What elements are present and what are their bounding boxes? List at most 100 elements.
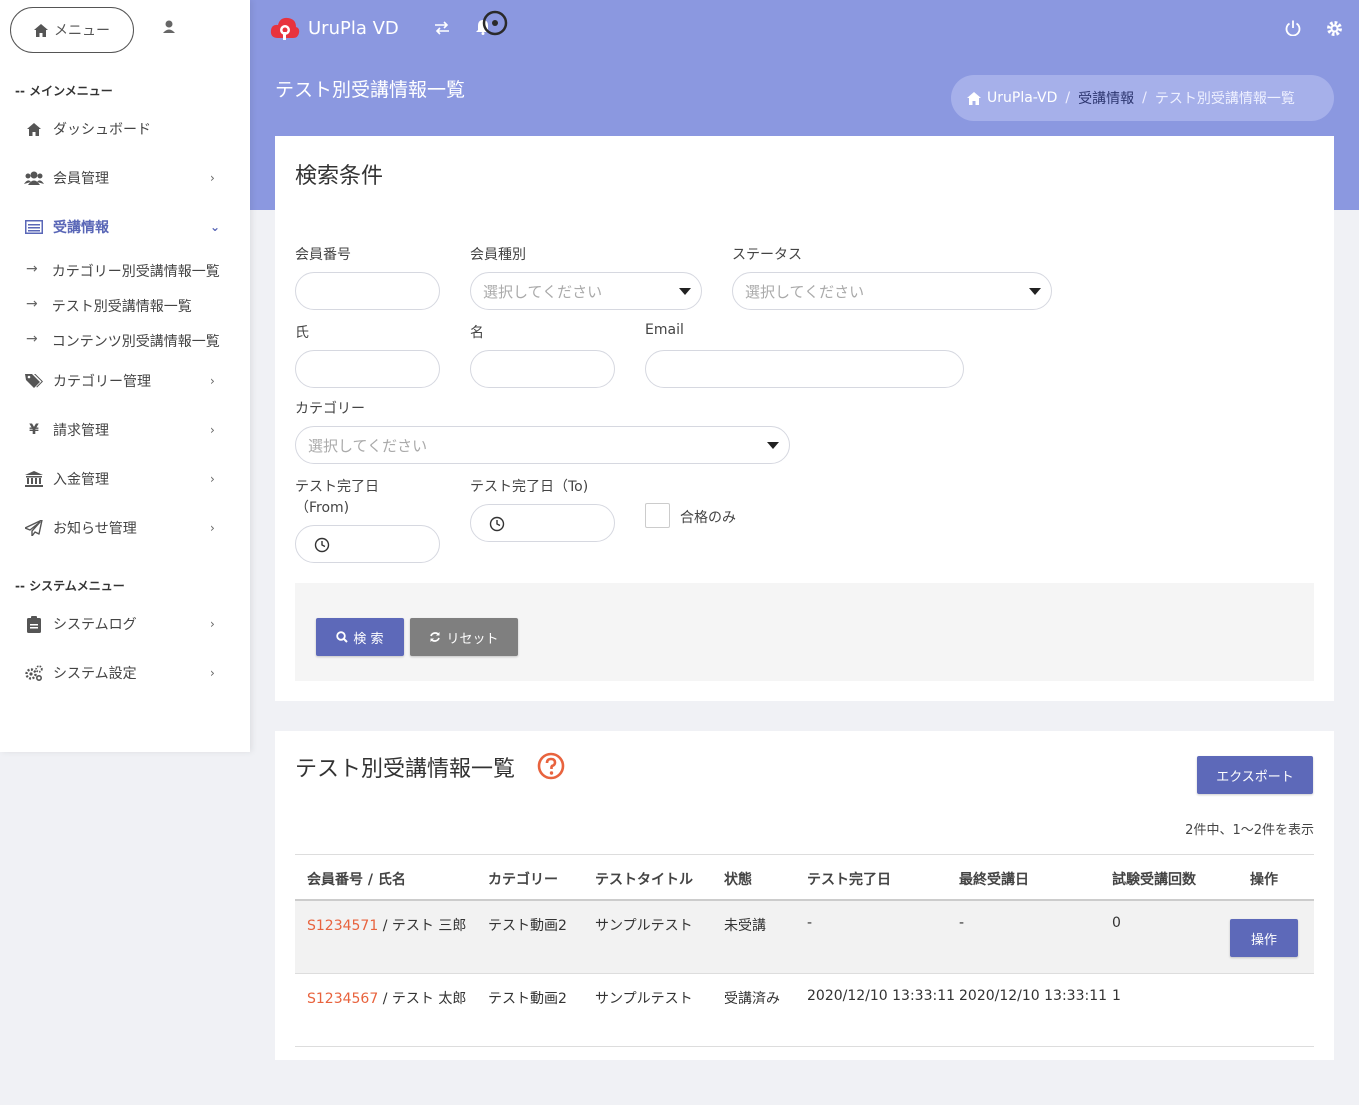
export-button[interactable]: エクスポート [1197,756,1313,794]
member-cell: S1234571 / テスト 三郎 [307,915,466,935]
home-icon [24,120,44,138]
home-icon [967,91,981,105]
tags-icon [24,372,44,390]
sidebar-item-notices[interactable]: お知らせ管理 › [0,508,250,548]
sidebar-item-label: 入金管理 [53,472,109,488]
clipboard-icon [24,615,44,633]
breadcrumb: UruPla-VD / 受講情報 / テスト別受講情報一覧 [951,75,1334,121]
list-icon [24,218,44,236]
pass-only-label: 合格のみ [680,510,736,526]
system-menu-heading: -- システムメニュー [15,579,125,593]
arrow-right-icon: → [26,331,38,347]
member-name: / テスト 三郎 [378,918,467,934]
results-card: テスト別受講情報一覧 エクスポート 2件中、1〜2件を表示 会員番号 / 氏名 … [275,731,1334,1060]
help-icon[interactable] [537,752,565,780]
breadcrumb-separator: / [1142,90,1147,106]
member-type-placeholder: 選択してください [483,282,603,301]
sidebar-item-label: 受講情報 [53,220,109,236]
category-cell: テスト動画2 [488,918,567,934]
brand-name: UruPla VD [308,17,399,39]
sidebar-subitem-category[interactable]: → カテゴリー別受講情報一覧 [26,261,220,281]
search-icon [336,631,349,643]
sidebar-item-label: お知らせ管理 [53,521,137,537]
table-row: S1234567 / テスト 太郎 テスト動画2 サンプルテスト 受講済み 20… [295,974,1314,1047]
date-from-input[interactable] [295,525,440,563]
table-header: 会員番号 / 氏名 カテゴリー テストタイトル 状態 テスト完了日 最終受講日 … [295,854,1314,901]
member-type-select[interactable]: 選択してください [470,272,702,310]
sidebar-item-dashboard[interactable]: ダッシュボード [0,109,250,149]
sidebar-item-billing[interactable]: ¥ 請求管理 › [0,410,250,450]
main-menu-heading: -- メインメニュー [15,84,113,98]
sidebar-item-label: 会員管理 [53,171,109,187]
category-label: カテゴリー [295,401,365,417]
search-button[interactable]: 検 索 [316,618,404,656]
table-row: S1234571 / テスト 三郎 テスト動画2 サンプルテスト 未受講 - -… [295,901,1314,974]
breadcrumb-current: テスト別受講情報一覧 [1154,91,1295,107]
breadcrumb-home-link[interactable]: UruPla-VD [987,90,1057,106]
sidebar-subitem-content[interactable]: → コンテンツ別受講情報一覧 [26,331,220,351]
menu-toggle-button[interactable]: メニュー [10,7,134,53]
refresh-icon [430,632,441,642]
search-title: 検索条件 [295,164,384,189]
power-icon[interactable] [1285,20,1301,36]
swap-icon[interactable] [434,21,450,35]
column-header: 最終受講日 [959,872,1029,888]
column-header: テストタイトル [595,872,693,888]
sidebar-item-label: ダッシュボード [53,122,151,138]
sidebar-item-payments[interactable]: 入金管理 › [0,459,250,499]
search-card: 検索条件 会員番号 会員種別 選択してください ステータス 選択してください 氏… [275,136,1334,701]
sidebar-item-course-info[interactable]: 受講情報 ⌄ [0,207,250,247]
button-area: 検 索 リセット [295,583,1314,681]
chevron-down-icon: ⌄ [210,220,221,234]
member-no-link[interactable]: S1234567 [307,991,378,1007]
test-title-cell: サンプルテスト [595,918,693,934]
email-input[interactable] [645,350,964,388]
sidebar-item-categories[interactable]: カテゴリー管理 › [0,361,250,401]
member-cell: S1234567 / テスト 太郎 [307,988,466,1008]
caret-down-icon [1029,288,1041,295]
date-to-input[interactable] [470,504,615,542]
attempts-cell: 1 [1112,988,1121,1004]
date-to-label: テスト完了日（To) [470,479,589,495]
page-title: テスト別受講情報一覧 [275,79,466,101]
sidebar-subitem-test[interactable]: → テスト別受講情報一覧 [26,296,192,316]
status-cell: 受講済み [724,991,780,1007]
member-no-label: 会員番号 [295,247,351,263]
breadcrumb-course-info-link[interactable]: 受講情報 [1078,88,1134,108]
reset-button[interactable]: リセット [410,618,518,656]
brand[interactable]: UruPla VD [270,14,399,42]
member-no-link[interactable]: S1234571 [307,918,378,934]
chevron-right-icon: › [210,521,215,535]
operation-button[interactable]: 操作 [1230,919,1298,957]
column-header: テスト完了日 [807,872,891,888]
chevron-right-icon: › [210,617,215,631]
chevron-right-icon: › [210,171,215,185]
bank-icon [24,470,44,488]
first-name-input[interactable] [470,350,615,388]
member-no-input[interactable] [295,272,440,310]
sidebar-item-label: 請求管理 [53,423,109,439]
sidebar-item-system-settings[interactable]: システム設定 › [0,653,250,693]
last-name-label: 氏 [295,325,309,341]
status-select[interactable]: 選択してください [732,272,1052,310]
gear-icon[interactable] [1326,20,1343,37]
user-icon[interactable] [160,18,178,36]
category-placeholder: 選択してください [308,436,428,455]
column-header: 会員番号 / 氏名 [307,872,406,888]
last-name-input[interactable] [295,350,440,388]
sidebar-item-system-log[interactable]: システムログ › [0,604,250,644]
status-placeholder: 選択してください [745,282,865,301]
date-from-label: テスト完了日 [295,479,379,495]
cloud-logo-icon [270,17,300,40]
menu-label: メニュー [54,23,110,39]
pass-only-checkbox[interactable] [645,503,670,528]
date-from-label-suffix: （From) [295,500,350,516]
member-type-label: 会員種別 [470,247,526,263]
sidebar-item-members[interactable]: 会員管理 › [0,158,250,198]
results-table: 会員番号 / 氏名 カテゴリー テストタイトル 状態 テスト完了日 最終受講日 … [295,854,1314,1047]
users-icon [24,169,44,187]
sidebar-item-label: カテゴリー管理 [53,374,151,390]
caret-down-icon [767,442,779,449]
category-select[interactable]: 選択してください [295,426,790,464]
sidebar-item-label: システムログ [53,617,137,633]
